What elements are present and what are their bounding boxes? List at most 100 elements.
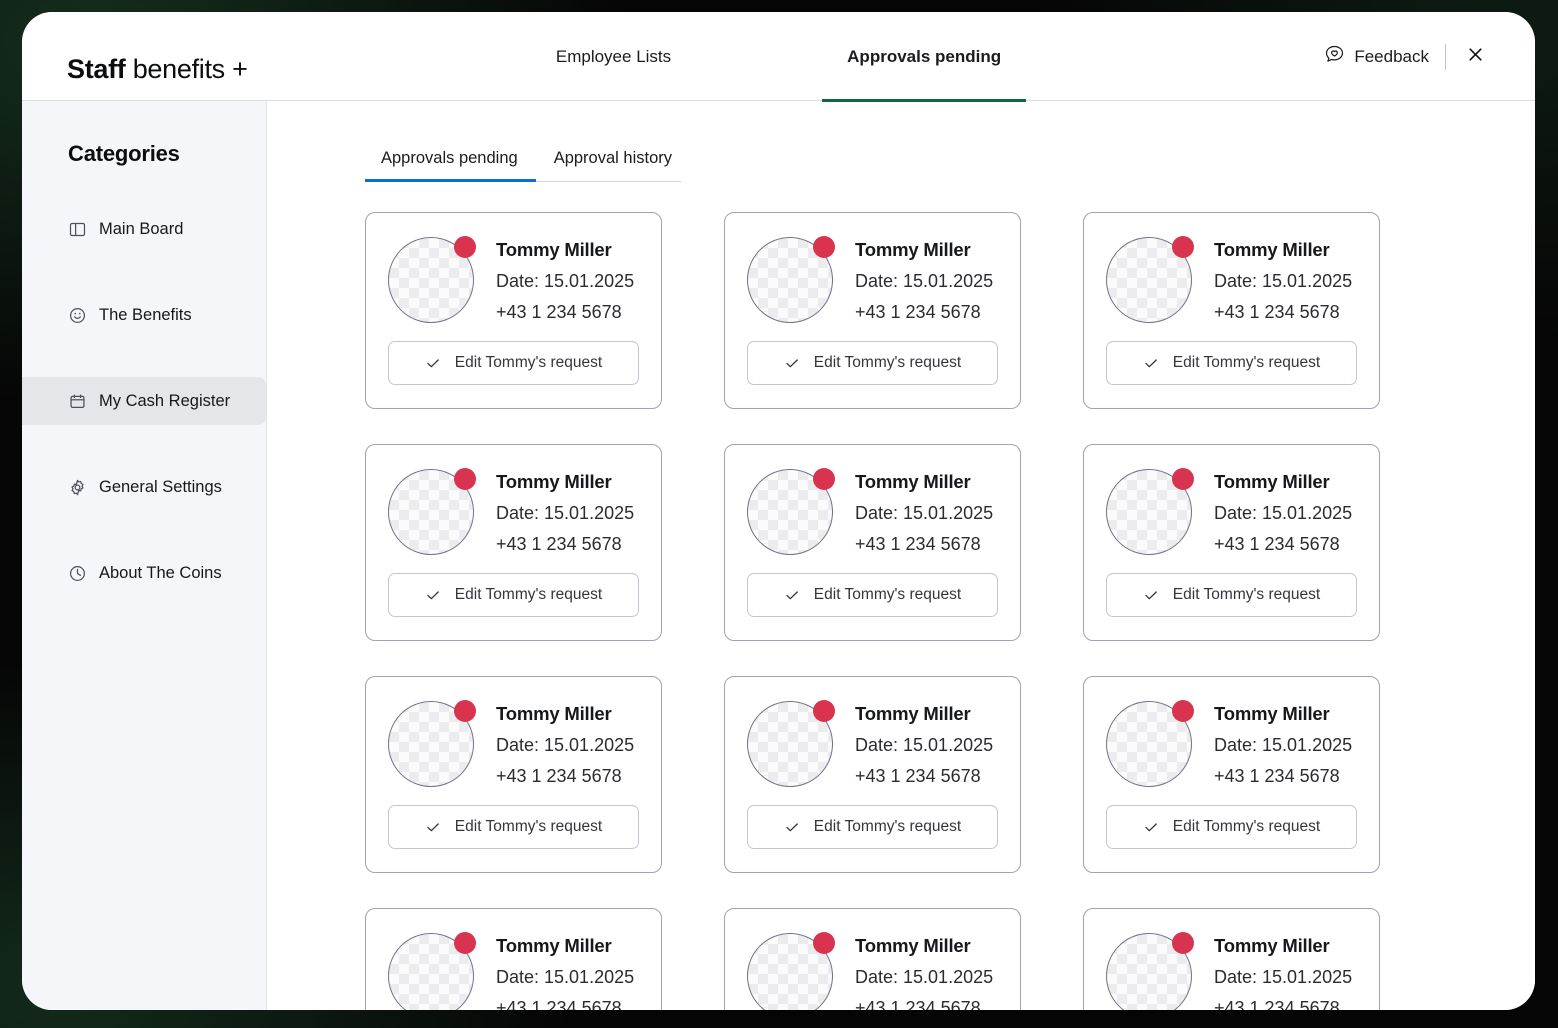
approval-card[interactable]: Tommy Miller Date: 15.01.2025 +43 1 234 … [724, 212, 1021, 409]
request-date: Date: 15.01.2025 [496, 967, 635, 987]
sub-tab-bar: Approvals pending Approval history [365, 149, 681, 182]
approval-card[interactable]: Tommy Miller Date: 15.01.2025 +43 1 234 … [1083, 444, 1380, 641]
approval-card[interactable]: Tommy Miller Date: 15.01.2025 +43 1 234 … [724, 444, 1021, 641]
check-icon [784, 819, 800, 835]
avatar [747, 700, 835, 787]
status-badge [454, 236, 476, 258]
sidebar-item-the-benefits[interactable]: The Benefits [22, 291, 266, 339]
edit-request-button[interactable]: Edit Tommy's request [747, 573, 998, 617]
logo-plus: + [224, 54, 248, 84]
nav-tab-approvals-pending[interactable]: Approvals pending [809, 12, 1039, 102]
tab-approvals-pending[interactable]: Approvals pending [365, 149, 536, 182]
sidebar-item-about-the-coins[interactable]: About The Coins [22, 549, 266, 597]
feedback-button[interactable]: Feedback [1325, 45, 1429, 69]
layout-panel-icon [68, 220, 86, 238]
approval-card-info: Tommy Miller Date: 15.01.2025 +43 1 234 … [1214, 237, 1352, 323]
sidebar-title: Categories [68, 141, 180, 166]
sidebar-item-the-benefits-label: The Benefits [99, 305, 192, 324]
approval-card[interactable]: Tommy Miller Date: 15.01.2025 +43 1 234 … [365, 676, 662, 873]
employee-name: Tommy Miller [496, 935, 612, 956]
approval-card-header: Tommy Miller Date: 15.01.2025 +43 1 234 … [388, 932, 639, 1010]
employee-phone: +43 1 234 5678 [855, 766, 981, 786]
edit-request-label: Edit Tommy's request [1172, 354, 1321, 371]
tab-approval-history-label: Approval history [553, 149, 672, 167]
edit-request-button[interactable]: Edit Tommy's request [747, 341, 998, 385]
approval-card-grid: Tommy Miller Date: 15.01.2025 +43 1 234 … [365, 212, 1380, 1010]
feedback-label: Feedback [1354, 46, 1429, 66]
edit-request-label: Edit Tommy's request [454, 586, 603, 603]
edit-request-button[interactable]: Edit Tommy's request [1106, 341, 1357, 385]
check-icon [784, 355, 800, 371]
edit-request-label: Edit Tommy's request [1172, 586, 1321, 603]
check-icon [425, 819, 441, 835]
close-button[interactable] [1462, 44, 1488, 70]
approval-card[interactable]: Tommy Miller Date: 15.01.2025 +43 1 234 … [1083, 908, 1380, 1010]
employee-name: Tommy Miller [1214, 703, 1330, 724]
approval-card-info: Tommy Miller Date: 15.01.2025 +43 1 234 … [496, 933, 634, 1010]
app-header: Staff benefits + Employee Lists Approval… [22, 12, 1535, 102]
sidebar-item-general-settings[interactable]: General Settings [22, 463, 266, 511]
approval-card-info: Tommy Miller Date: 15.01.2025 +43 1 234 … [855, 701, 993, 787]
check-icon [784, 587, 800, 603]
approval-card-header: Tommy Miller Date: 15.01.2025 +43 1 234 … [1106, 236, 1357, 323]
status-badge [813, 468, 835, 490]
approval-card[interactable]: Tommy Miller Date: 15.01.2025 +43 1 234 … [1083, 212, 1380, 409]
close-icon [1467, 46, 1484, 68]
approval-card-header: Tommy Miller Date: 15.01.2025 +43 1 234 … [747, 700, 998, 787]
employee-phone: +43 1 234 5678 [855, 534, 981, 554]
request-date: Date: 15.01.2025 [496, 735, 635, 755]
request-date: Date: 15.01.2025 [1214, 271, 1353, 291]
app-body: Categories Main Board The Benefits My Ca… [22, 101, 1535, 1010]
approval-card-header: Tommy Miller Date: 15.01.2025 +43 1 234 … [1106, 700, 1357, 787]
approval-card[interactable]: Tommy Miller Date: 15.01.2025 +43 1 234 … [724, 676, 1021, 873]
gear-icon [68, 478, 86, 496]
chat-heart-icon [1325, 45, 1344, 69]
status-badge [1172, 468, 1194, 490]
employee-name: Tommy Miller [496, 239, 612, 260]
approval-card-info: Tommy Miller Date: 15.01.2025 +43 1 234 … [855, 237, 993, 323]
employee-name: Tommy Miller [855, 471, 971, 492]
sidebar-item-main-board-label: Main Board [99, 219, 184, 238]
status-badge [1172, 236, 1194, 258]
employee-name: Tommy Miller [496, 703, 612, 724]
avatar [388, 932, 476, 1010]
check-icon [1143, 819, 1159, 835]
main-content: Approvals pending Approval history Tommy… [267, 101, 1535, 1010]
edit-request-button[interactable]: Edit Tommy's request [388, 573, 639, 617]
calendar-icon [68, 392, 86, 410]
employee-phone: +43 1 234 5678 [496, 302, 622, 322]
tab-approval-history[interactable]: Approval history [536, 149, 690, 181]
header-actions: Feedback [1325, 12, 1488, 101]
approval-card[interactable]: Tommy Miller Date: 15.01.2025 +43 1 234 … [365, 444, 662, 641]
employee-name: Tommy Miller [855, 703, 971, 724]
employee-name: Tommy Miller [1214, 935, 1330, 956]
edit-request-button[interactable]: Edit Tommy's request [388, 341, 639, 385]
edit-request-label: Edit Tommy's request [813, 818, 962, 835]
approval-card-header: Tommy Miller Date: 15.01.2025 +43 1 234 … [747, 468, 998, 555]
avatar [747, 932, 835, 1010]
avatar [388, 468, 476, 555]
approval-card[interactable]: Tommy Miller Date: 15.01.2025 +43 1 234 … [1083, 676, 1380, 873]
sidebar-item-my-cash-register[interactable]: My Cash Register [22, 377, 266, 425]
avatar [1106, 236, 1194, 323]
approval-card[interactable]: Tommy Miller Date: 15.01.2025 +43 1 234 … [365, 212, 662, 409]
sidebar: Categories Main Board The Benefits My Ca… [22, 101, 267, 1010]
sidebar-item-about-the-coins-label: About The Coins [99, 563, 222, 582]
request-date: Date: 15.01.2025 [855, 735, 994, 755]
app-logo: Staff benefits + [67, 54, 248, 85]
approval-card[interactable]: Tommy Miller Date: 15.01.2025 +43 1 234 … [365, 908, 662, 1010]
nav-tab-employee-lists[interactable]: Employee Lists [518, 12, 709, 101]
edit-request-button[interactable]: Edit Tommy's request [747, 805, 998, 849]
approval-card[interactable]: Tommy Miller Date: 15.01.2025 +43 1 234 … [724, 908, 1021, 1010]
approval-card-info: Tommy Miller Date: 15.01.2025 +43 1 234 … [496, 701, 634, 787]
request-date: Date: 15.01.2025 [1214, 967, 1353, 987]
request-date: Date: 15.01.2025 [855, 503, 994, 523]
edit-request-button[interactable]: Edit Tommy's request [1106, 805, 1357, 849]
request-date: Date: 15.01.2025 [1214, 503, 1353, 523]
employee-phone: +43 1 234 5678 [855, 302, 981, 322]
employee-phone: +43 1 234 5678 [855, 998, 981, 1010]
avatar [1106, 468, 1194, 555]
edit-request-button[interactable]: Edit Tommy's request [388, 805, 639, 849]
sidebar-item-main-board[interactable]: Main Board [22, 205, 266, 253]
edit-request-button[interactable]: Edit Tommy's request [1106, 573, 1357, 617]
